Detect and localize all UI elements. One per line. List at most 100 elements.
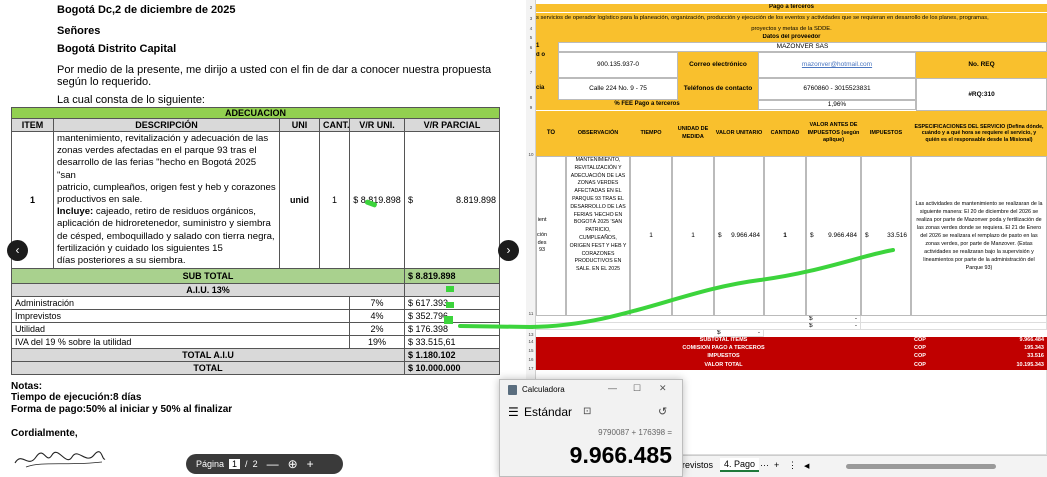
notes-pago: Forma de pago:50% al iniciar y 50% al fi…: [11, 404, 233, 415]
currency-code: COP: [914, 361, 926, 368]
correo-link[interactable]: mazonver@hotmail.com: [758, 52, 916, 78]
aiu-row-label: Utilidad: [11, 322, 350, 337]
letter-intro-line2: según lo requerido.: [57, 76, 152, 88]
col-header-descripcion: DESCRIPCIÓN: [53, 118, 280, 132]
currency-symbol: $: [717, 330, 721, 337]
col-hdr-tiempo: TIEMPO: [630, 111, 672, 156]
desc-line: aplicación de hidroretenedor, suministro…: [57, 218, 271, 230]
telefonos-label: Teléfonos de contacto: [678, 78, 758, 100]
impuestos-value: 33.516: [887, 232, 907, 240]
observacion-cell: MANTENIMIENTO, REVITALIZACIÓN Y ADECUACI…: [566, 156, 630, 316]
row-number: 2: [529, 5, 533, 10]
row-number: 7: [529, 70, 533, 75]
closing: Cordialmente,: [11, 428, 78, 439]
row-number: 5: [529, 35, 533, 40]
calc-display: 9.966.485: [569, 442, 672, 468]
correo-label: Correo electrónico: [678, 52, 758, 78]
sum-value: 10.195.343: [1016, 361, 1044, 368]
currency-code: COP: [914, 345, 926, 352]
col-hdr-cantidad: CANTIDAD: [764, 111, 806, 156]
sum-value-row: COP 33.516: [911, 353, 1047, 361]
aiu-row-label: IVA del 19 % sobre la utilidad: [11, 335, 350, 350]
desc-line: zonas verdes afectadas en el parque 93 t…: [57, 145, 257, 157]
pdf-viewer[interactable]: Bogotá Dc,2 de diciembre de 2025 Señores…: [0, 0, 523, 477]
calculator-title: Calculadora: [522, 385, 565, 394]
sheet-title: Pago a terceros: [536, 4, 1047, 12]
total-label: TOTAL: [11, 361, 405, 376]
page-label: Página: [196, 459, 225, 469]
letter-date: Bogotá Dc,2 de diciembre de 2025: [57, 4, 236, 16]
sum-value-row: COP 10.195.343: [911, 361, 1047, 370]
horizontal-scrollbar[interactable]: [846, 464, 996, 469]
aiu-row-value: $ 176.398: [403, 322, 501, 337]
col-hdr-observacion: OBSERVACIÓN: [566, 111, 630, 156]
tabs-menu-button[interactable]: ⋮: [788, 460, 797, 471]
row-number: 8: [529, 95, 533, 100]
tabs-more-button[interactable]: ···: [760, 460, 769, 470]
incluye-label: Incluye:: [57, 206, 94, 218]
aiu-label: A.I.U. 13%: [11, 283, 405, 298]
sum-value: 195.343: [1024, 345, 1044, 352]
col-hdr-to: TO: [536, 111, 566, 156]
hamburger-menu-icon[interactable]: ☰: [508, 405, 519, 419]
desc-line: desarrollo de las ferias "hecho en Bogot…: [57, 157, 257, 181]
col-header-uni: UNI: [279, 118, 320, 132]
page-number-input[interactable]: 1: [229, 459, 241, 469]
desc-line: cajeado, retiro de residuos orgánicos,: [93, 206, 256, 218]
row-number: 12: [528, 325, 534, 330]
zoom-out-button[interactable]: —: [267, 457, 279, 471]
scroll-left-arrow[interactable]: ◀: [804, 462, 809, 470]
minimize-button[interactable]: —: [608, 383, 617, 393]
aiu-row-pct: 7%: [349, 296, 405, 311]
sum-value: 33.516: [1027, 353, 1044, 360]
row-number: 14: [528, 339, 534, 344]
col-header-item: ITEM: [11, 118, 54, 132]
col-hdr-valor-unitario: VALOR UNITARIO: [714, 111, 764, 156]
col-hdr-valor-antes: VALOR ANTES DE IMPUESTOS (según aplique): [806, 111, 861, 156]
currency-code: COP: [914, 353, 926, 360]
screenshot-root: Bogotá Dc,2 de diciembre de 2025 Señores…: [0, 0, 1047, 477]
page-separator: /: [245, 459, 248, 469]
currency-symbol: $: [718, 232, 722, 240]
keep-on-top-icon[interactable]: ⊡: [583, 406, 591, 417]
notes-title: Notas:: [11, 381, 43, 392]
datos-proveedor-header: Datos del proveedor: [536, 34, 1047, 42]
row-headers: 2 3 4 5 6 7 8 9 10 11 12 13 14 15 16 17: [526, 0, 536, 400]
prev-page-button[interactable]: ‹: [7, 240, 28, 261]
calculator-window[interactable]: Calculadora — ☐ ✕ ☰ Estándar ⊡ ↺ 9790087…: [499, 379, 683, 477]
letter-greeting: Señores: [57, 25, 101, 37]
nit-value: 900.135.937-0: [558, 52, 678, 78]
item-vr-uni: $ 8.819.898: [349, 130, 405, 270]
highlight-mark: [446, 302, 454, 308]
sum-label: IMPUESTOS: [536, 353, 911, 361]
sum-value: 9.966.484: [1019, 337, 1044, 344]
next-page-button[interactable]: ›: [498, 240, 519, 261]
tab-4-pago[interactable]: 4. Pago: [720, 458, 760, 472]
letter-intro-line1: Por medio de la presente, me dirijo a us…: [57, 64, 492, 76]
valor-antes: 9.966.484: [828, 232, 857, 240]
history-icon[interactable]: ↺: [658, 405, 667, 418]
currency-symbol: $: [810, 232, 814, 240]
zoom-icon[interactable]: ⊕: [288, 457, 298, 471]
zoom-in-button[interactable]: +: [307, 457, 314, 471]
add-sheet-button[interactable]: +: [774, 460, 779, 470]
dash-cell: $ -: [806, 316, 861, 323]
aiu-row-pct: 4%: [349, 309, 405, 324]
valor-unitario: 9.966.484: [731, 232, 760, 240]
dash-cell: $ -: [714, 330, 764, 337]
service-description-2: proyectos y metas de la SDDE.: [536, 25, 1047, 34]
close-button[interactable]: ✕: [659, 383, 667, 394]
service-description: s servicios de operador logístico para l…: [536, 13, 1047, 25]
empty-row: [536, 323, 1047, 330]
notes-tiempo: Tiempo de ejecución:8 días: [11, 392, 142, 403]
row6-number: 1: [536, 42, 558, 52]
quote-table: ADECUACION ITEM DESCRIPCIÓN UNI CANT. V/…: [10, 107, 501, 376]
col-hdr-impuestos: IMPUESTOS: [861, 111, 911, 156]
unidad-cell: 1: [672, 156, 714, 316]
maximize-button[interactable]: ☐: [633, 383, 641, 394]
req-value: #RQ:310: [916, 78, 1047, 111]
desc-line: productivos en sale.: [57, 194, 143, 206]
desc-line: mantenimiento, revitalización y adecuaci…: [57, 133, 269, 144]
letter-intro-line3: La cual consta de lo siguiente:: [57, 94, 205, 106]
row-number: 17: [528, 366, 534, 371]
